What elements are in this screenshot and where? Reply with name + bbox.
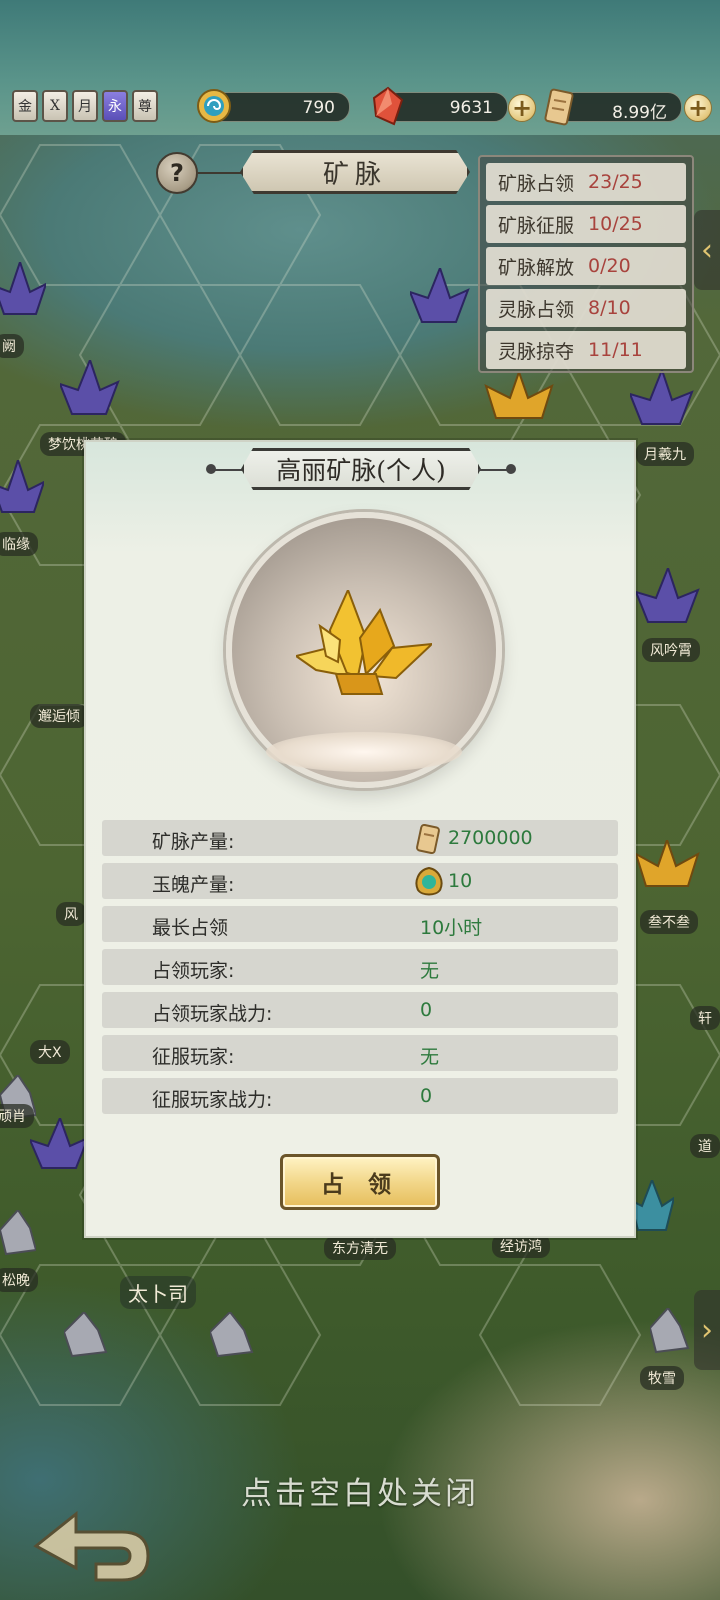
purple-crystal-icon[interactable] xyxy=(0,460,44,520)
grey-crystal-icon[interactable] xyxy=(0,1210,36,1256)
stat-value: 23/25 xyxy=(588,171,643,193)
title-ornament xyxy=(214,469,244,471)
stat-label: 矿脉征服 xyxy=(498,214,575,237)
vip-badges: 金 X 月 永 尊 xyxy=(12,90,158,122)
mine-stats-panel: 矿脉占领 23/25 矿脉征服 10/25 矿脉解放 0/20 灵脉占领 8/1… xyxy=(478,155,694,373)
purple-crystal-icon[interactable] xyxy=(30,1118,90,1174)
grey-crystal-icon[interactable] xyxy=(210,1312,254,1358)
info-value: 2700000 xyxy=(448,827,533,849)
map-label[interactable]: 临缘 xyxy=(0,532,38,556)
scroll-coin-icon xyxy=(416,823,440,855)
dialog-title: 高丽矿脉(个人) xyxy=(241,448,481,490)
map-label[interactable]: 道 xyxy=(690,1134,720,1158)
coin-resource[interactable]: 8.99亿 xyxy=(556,92,682,123)
info-row-occupier-power: 占领玩家战力: 0 xyxy=(102,992,618,1028)
badge-moon[interactable]: 月 xyxy=(72,90,98,122)
stat-row: 灵脉掠夺 11/11 xyxy=(486,331,686,369)
map-label[interactable]: 牧雪 xyxy=(640,1366,684,1390)
help-button[interactable]: ? xyxy=(156,152,198,194)
stat-value: 10/25 xyxy=(588,213,643,235)
map-label[interactable]: 风 xyxy=(56,902,86,926)
mine-preview xyxy=(156,502,568,802)
map-label[interactable]: 轩 xyxy=(690,1006,720,1030)
info-label: 占领玩家战力: xyxy=(152,1003,273,1025)
info-value: 无 xyxy=(420,1046,440,1068)
info-label: 最长占领 xyxy=(152,917,229,939)
jade-swirl-icon xyxy=(197,89,231,123)
mine-detail-dialog: 高丽矿脉(个人) 矿脉产量: 2700000 玉魄产量: 10 最长占领 10小… xyxy=(84,440,636,1238)
gold-crystal-icon xyxy=(296,590,432,695)
stat-row: 矿脉占领 23/25 xyxy=(486,163,686,201)
title-ornament xyxy=(506,464,516,474)
info-row-jade: 玉魄产量: 10 xyxy=(102,863,618,899)
page-title: 矿脉 xyxy=(240,150,470,194)
map-label[interactable]: 阙 xyxy=(0,334,24,358)
info-value: 0 xyxy=(420,999,433,1021)
badge-honor[interactable]: 尊 xyxy=(132,90,158,122)
map-label[interactable]: 东方清无 xyxy=(324,1236,396,1260)
gold-crystal-icon[interactable] xyxy=(632,840,702,892)
add-coin-button[interactable]: + xyxy=(684,94,712,122)
purple-crystal-icon[interactable] xyxy=(636,568,700,628)
grey-crystal-icon[interactable] xyxy=(650,1308,690,1354)
info-row-conqueror-power: 征服玩家战力: 0 xyxy=(102,1078,618,1114)
info-value: 10 xyxy=(448,870,473,892)
purple-crystal-icon[interactable] xyxy=(60,360,120,420)
stat-row: 矿脉征服 10/25 xyxy=(486,205,686,243)
stat-label: 矿脉解放 xyxy=(498,256,575,279)
stat-label: 矿脉占领 xyxy=(498,172,575,195)
map-label[interactable]: 松晚 xyxy=(0,1268,38,1292)
info-row-conqueror: 征服玩家: 无 xyxy=(102,1035,618,1071)
stat-label: 灵脉占领 xyxy=(498,298,575,321)
info-value: 10小时 xyxy=(420,917,483,939)
plaque-divider xyxy=(198,172,242,174)
info-label: 征服玩家: xyxy=(152,1046,235,1068)
info-value: 无 xyxy=(420,960,440,982)
map-label[interactable]: 顽肖 xyxy=(0,1104,34,1128)
badge-gold[interactable]: 金 xyxy=(12,90,38,122)
map-label[interactable]: 月羲九 xyxy=(636,442,694,466)
add-crystal-button[interactable]: + xyxy=(508,94,536,122)
stat-value: 8/10 xyxy=(588,297,631,319)
info-row-output: 矿脉产量: 2700000 xyxy=(102,820,618,856)
info-label: 占领玩家: xyxy=(152,960,235,982)
stat-value: 0/20 xyxy=(588,255,631,277)
map-label[interactable]: 叁不叁 xyxy=(640,910,698,934)
jade-gem-icon xyxy=(415,866,443,896)
badge-eternal[interactable]: 永 xyxy=(102,90,128,122)
purple-crystal-icon[interactable] xyxy=(410,268,470,328)
grey-crystal-icon[interactable] xyxy=(64,1312,108,1358)
stat-row: 矿脉解放 0/20 xyxy=(486,247,686,285)
info-label: 征服玩家战力: xyxy=(152,1089,273,1111)
info-row-occupier: 占领玩家: 无 xyxy=(102,949,618,985)
occupy-button[interactable]: 占 领 xyxy=(280,1154,440,1210)
scroll-coin-icon xyxy=(544,88,574,126)
teal-crystal-icon[interactable] xyxy=(630,1180,674,1236)
map-label[interactable]: 大X xyxy=(30,1040,70,1064)
stat-label: 灵脉掠夺 xyxy=(498,340,575,363)
badge-cross[interactable]: X xyxy=(42,90,68,122)
red-crystal-icon xyxy=(372,86,404,126)
info-row-duration: 最长占领 10小时 xyxy=(102,906,618,942)
stat-row: 灵脉占领 8/10 xyxy=(486,289,686,327)
chevron-right-icon[interactable]: › xyxy=(694,1290,720,1370)
info-label: 矿脉产量: xyxy=(152,831,235,853)
info-label: 玉魄产量: xyxy=(152,874,235,896)
stat-value: 11/11 xyxy=(588,339,643,361)
purple-crystal-icon[interactable] xyxy=(0,262,46,322)
orb-pedestal xyxy=(266,732,462,772)
gold-crystal-icon[interactable] xyxy=(482,372,556,424)
title-ornament xyxy=(478,469,508,471)
info-value: 0 xyxy=(420,1085,433,1107)
back-arrow-icon[interactable] xyxy=(26,1506,156,1586)
purple-crystal-icon[interactable] xyxy=(630,370,694,430)
chevron-left-icon[interactable]: ‹ xyxy=(694,210,720,290)
map-label[interactable]: 太卜司 xyxy=(120,1276,196,1309)
map-label[interactable]: 邂逅倾 xyxy=(30,704,88,728)
map-label[interactable]: 风吟霄 xyxy=(642,638,700,662)
mine-info-table: 矿脉产量: 2700000 玉魄产量: 10 最长占领 10小时 占领玩家: 无… xyxy=(102,820,618,1121)
